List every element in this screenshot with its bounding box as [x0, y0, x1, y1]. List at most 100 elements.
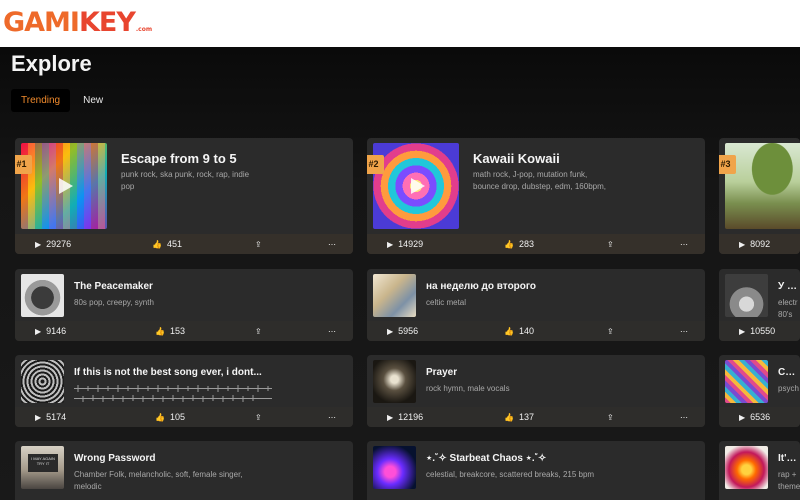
rank-badge: #2: [367, 155, 384, 174]
song-tags: 80s pop, creepy, synth: [74, 298, 154, 307]
play-count[interactable]: ▶ 8092: [739, 234, 770, 254]
song-card-nedelyu[interactable]: на неделю до второго celtic metal ▶ 5956 …: [367, 269, 705, 341]
rank-badge: #1: [15, 155, 32, 174]
play-overlay-icon[interactable]: [59, 178, 73, 194]
song-title[interactable]: на неделю до второго: [426, 281, 686, 292]
thumbs-up-icon: 👍: [504, 412, 514, 422]
cover-image[interactable]: [373, 360, 416, 403]
song-title[interactable]: Смеш: [778, 367, 800, 378]
song-title[interactable]: Kawaii Kowaii: [473, 151, 693, 166]
play-count[interactable]: ▶ 9146: [35, 321, 66, 341]
song-card-best-song[interactable]: If this is not the best song ever, i don…: [15, 355, 353, 427]
share-icon: ⇪: [607, 326, 614, 336]
more-button[interactable]: ⋯: [680, 234, 689, 254]
song-tags: rap + theme: [778, 470, 800, 491]
cover-image[interactable]: [725, 274, 768, 317]
song-title[interactable]: If this is not the best song ever, i don…: [74, 367, 274, 378]
song-title[interactable]: It's ti: [778, 453, 800, 464]
song-tags: electr 80's: [778, 298, 798, 319]
song-tags: celestial, breakcore, scattered breaks, …: [426, 470, 595, 479]
play-overlay-icon[interactable]: [411, 178, 425, 194]
share-button[interactable]: ⇪: [607, 407, 614, 427]
tab-trending[interactable]: Trending: [11, 89, 71, 112]
play-icon: ▶: [387, 239, 394, 249]
like-count[interactable]: 👍 451: [152, 234, 182, 254]
cover-image[interactable]: [21, 274, 64, 317]
cover-image[interactable]: [373, 446, 416, 489]
play-count[interactable]: ▶ 14929: [387, 234, 423, 254]
cover-image[interactable]: [373, 143, 459, 229]
song-tags: punk rock, ska punk, rock, rap, indie po…: [121, 170, 250, 191]
tab-new[interactable]: New: [73, 89, 113, 112]
cover-text: I MAY AGAIN TRY IT: [28, 454, 58, 472]
share-button[interactable]: ⇪: [255, 321, 262, 341]
stats-bar: ▶ 5174 👍 105 ⇪ ⋯: [15, 407, 353, 427]
song-card-starbeat[interactable]: ⋆.˚✧ Starbeat Chaos ⋆.˚✧ celestial, brea…: [367, 441, 705, 500]
song-title[interactable]: Prayer: [426, 367, 686, 378]
cover-image[interactable]: [21, 360, 64, 403]
cover-image[interactable]: [725, 143, 800, 229]
share-icon: ⇪: [607, 239, 614, 249]
song-title[interactable]: Escape from 9 to 5: [121, 151, 341, 166]
cover-image[interactable]: [725, 360, 768, 403]
header-bar: GAMIKEY .com: [0, 0, 800, 47]
share-button[interactable]: ⇪: [607, 321, 614, 341]
stats-bar: ▶ 9146 👍 153 ⇪ ⋯: [15, 321, 353, 341]
song-tags: celtic metal: [426, 298, 467, 307]
play-icon: ▶: [387, 326, 394, 336]
share-icon: ⇪: [255, 412, 262, 422]
song-card-luk[interactable]: У лук electr 80's ▶10550: [719, 269, 800, 341]
play-count[interactable]: ▶ 12196: [387, 407, 423, 427]
logo-domain: .com: [135, 26, 153, 33]
more-button[interactable]: ⋯: [328, 234, 337, 254]
stats-bar: ▶ 6536: [719, 407, 800, 427]
cover-image[interactable]: [725, 446, 768, 489]
like-count[interactable]: 👍 153: [155, 321, 185, 341]
song-card-escape[interactable]: #1 Escape from 9 to 5 punk rock, ska pun…: [15, 138, 353, 254]
song-title[interactable]: Wrong Password: [74, 453, 334, 464]
song-card-third[interactable]: #3 ▶ 8092: [719, 138, 800, 254]
gamikey-logo[interactable]: GAMIKEY .com: [3, 8, 152, 38]
play-icon: ▶: [739, 326, 746, 336]
like-count[interactable]: 👍 105: [155, 407, 185, 427]
cover-image[interactable]: I MAY AGAIN TRY IT: [21, 446, 64, 489]
like-count[interactable]: 👍 140: [504, 321, 534, 341]
play-icon: ▶: [35, 412, 42, 422]
play-count[interactable]: ▶ 10550: [739, 321, 775, 341]
more-button[interactable]: ⋯: [328, 407, 337, 427]
play-count[interactable]: ▶ 29276: [35, 234, 71, 254]
more-button[interactable]: ⋯: [328, 321, 337, 341]
song-card-its[interactable]: It's ti rap + theme: [719, 441, 800, 500]
song-title[interactable]: У лук: [778, 281, 800, 292]
song-card-wrong-password[interactable]: I MAY AGAIN TRY IT Wrong Password Chambe…: [15, 441, 353, 500]
page-title: Explore: [11, 51, 92, 76]
play-icon: ▶: [387, 412, 394, 422]
song-card-smesh[interactable]: Смеш psych ▶6536: [719, 355, 800, 427]
song-card-kawaii[interactable]: #2 Kawaii Kowaii math rock, J-pop, mutat…: [367, 138, 705, 254]
cover-image[interactable]: [373, 274, 416, 317]
like-count[interactable]: 👍 283: [504, 234, 534, 254]
song-tags: Chamber Folk, melancholic, soft, female …: [74, 470, 243, 491]
thumbs-up-icon: 👍: [152, 239, 162, 249]
stats-bar: ▶ 29276 👍 451 ⇪ ⋯: [15, 234, 353, 254]
play-icon: ▶: [35, 239, 42, 249]
song-tags: rock hymn, male vocals: [426, 384, 510, 393]
play-count[interactable]: ▶ 5956: [387, 321, 418, 341]
more-button[interactable]: ⋯: [680, 407, 689, 427]
like-count[interactable]: 👍 137: [504, 407, 534, 427]
cover-image[interactable]: [21, 143, 107, 229]
song-title[interactable]: ⋆.˚✧ Starbeat Chaos ⋆.˚✧: [426, 453, 686, 464]
play-count[interactable]: ▶ 5174: [35, 407, 66, 427]
share-button[interactable]: ⇪: [607, 234, 614, 254]
play-icon: ▶: [739, 412, 746, 422]
share-button[interactable]: ⇪: [255, 234, 262, 254]
song-card-prayer[interactable]: Prayer rock hymn, male vocals ▶ 12196 👍 13…: [367, 355, 705, 427]
logo-text: GAMIKEY: [3, 7, 136, 38]
share-button[interactable]: ⇪: [255, 407, 262, 427]
song-title[interactable]: The Peacemaker: [74, 281, 334, 292]
more-icon: ⋯: [680, 412, 689, 422]
play-count[interactable]: ▶ 6536: [739, 407, 770, 427]
waveform[interactable]: [74, 383, 272, 407]
song-card-peacemaker[interactable]: The Peacemaker 80s pop, creepy, synth ▶ 9…: [15, 269, 353, 341]
more-button[interactable]: ⋯: [680, 321, 689, 341]
